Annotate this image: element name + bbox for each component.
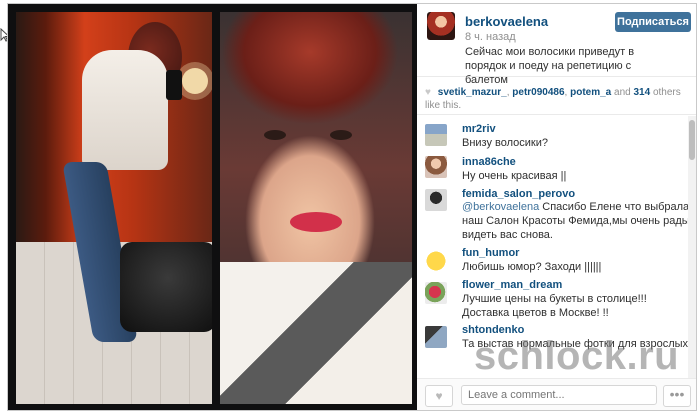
photo-panel-left [16,12,212,404]
liker-link-3[interactable]: potem_a [570,87,611,98]
divider [417,114,696,115]
comment-text: Лучшие цены на букеты в столице!!! Доста… [462,293,647,319]
mention-link[interactable]: @berkovaelena [462,201,539,213]
comment-avatar[interactable] [425,124,447,146]
comment-footer: ♥ ••• [417,378,696,410]
post-caption: Сейчас мои волосики приведут в порядок и… [465,46,635,86]
jacket-collar [220,262,412,404]
comment-avatar[interactable] [425,282,447,304]
eye-right [330,130,352,140]
comment-text: Ну очень красивая || [462,170,567,182]
likes-line: ♥ svetik_mazur_, petr090486, potem_a and… [425,86,687,112]
post-photo[interactable] [8,4,417,410]
avatar[interactable] [427,12,455,40]
post-time: 8 ч. назад [465,31,516,43]
heart-icon: ♥ [425,87,431,98]
eye-left [264,130,286,140]
comment-text: Любишь юмор? Заходи |||||| [462,261,602,273]
comment-text: @berkovaelena Спасибо Елене что выбрала … [462,200,692,242]
scrollbar-thumb[interactable] [689,120,695,160]
more-button[interactable]: ••• [663,385,691,407]
liker-link-1[interactable]: svetik_mazur_ [438,87,507,98]
comment-username[interactable]: flower_man_dream [462,279,562,291]
lips [290,212,342,232]
red-hair [220,12,412,162]
subscribe-button[interactable]: Подписаться [615,12,691,32]
white-jacket [82,50,168,170]
comment-avatar[interactable] [425,189,447,211]
comment-avatar[interactable] [425,250,447,272]
photo-panel-right [220,12,412,404]
more-icon: ••• [669,386,685,402]
comment-avatar[interactable] [425,156,447,178]
username-link[interactable]: berkovaelena [465,14,548,29]
post-header: berkovaelena 8 ч. назад Сейчас мои волос… [417,4,696,86]
comment-avatar[interactable] [425,326,447,348]
watermark: schlock.ru [474,334,680,378]
comment-username[interactable]: fun_humor [462,247,519,259]
comment-username[interactable]: inna86che [462,156,516,168]
comments-scrollbar[interactable] [688,116,696,384]
comment-input[interactable] [461,385,657,405]
salon-chair [120,242,212,332]
heart-outline-icon: ♥ [435,389,443,403]
likes-and: and [611,87,634,98]
phone-shape [166,70,182,100]
likes-count[interactable]: 314 [633,87,650,98]
like-button[interactable]: ♥ [425,385,453,407]
comment-username[interactable]: mr2riv [462,123,496,135]
comment-username[interactable]: femida_salon_perovo [462,188,575,200]
liker-link-2[interactable]: petr090486 [512,87,564,98]
comment-text: Внизу волосики? [462,137,549,149]
sun-decor [182,68,208,94]
